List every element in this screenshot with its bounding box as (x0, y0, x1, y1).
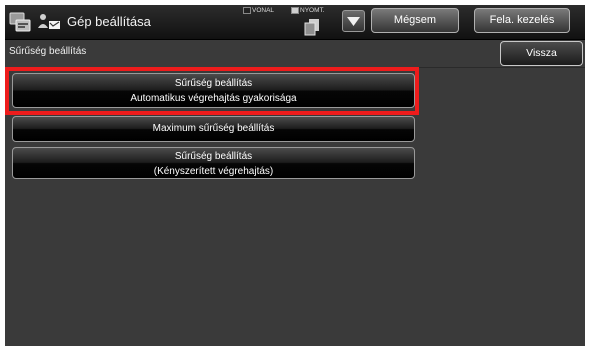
menu-item-subtitle: (Kényszerített végrehajtás) (153, 166, 274, 177)
app-title: Gép beállítása (67, 14, 151, 29)
menu-item-title: Sűrűség beállítás (174, 151, 253, 162)
menu-item-title: Sűrűség beállítás (174, 78, 253, 89)
menu-item-max-density[interactable]: Maximum sűrűség beállítás (12, 116, 415, 142)
cancel-button[interactable]: Mégsem (371, 8, 459, 33)
page-title: Sűrűség beállítás (9, 46, 87, 57)
top-bar: Gép beállítása VONAL NYOMT. Mégsem Fela.… (5, 5, 585, 40)
print-indicator-light (291, 7, 299, 14)
back-button[interactable]: Vissza (500, 41, 583, 66)
line-indicator-light (243, 7, 251, 14)
line-indicator-label: VONAL (252, 7, 275, 15)
menu-item-auto-frequency[interactable]: Sűrűség beállítás Automatikus végrehajtá… (12, 73, 415, 108)
settings-screen: Gép beállítása VONAL NYOMT. Mégsem Fela.… (5, 5, 585, 346)
document-stack-icon (304, 18, 320, 36)
print-indicator: NYOMT. (291, 7, 325, 14)
divider (5, 67, 585, 68)
menu-item-forced-execution[interactable]: Sűrűség beállítás (Kényszerített végreha… (12, 147, 415, 179)
menu-item-title: Maximum sűrűség beállítás (152, 123, 275, 134)
print-indicator-label: NYOMT. (300, 7, 325, 15)
line-indicator: VONAL (243, 7, 274, 14)
machine-settings-icon[interactable] (9, 11, 31, 33)
user-settings-icon (37, 12, 61, 32)
triangle-down-icon (347, 17, 360, 26)
menu-item-subtitle: Automatikus végrehajtás gyakorisága (130, 93, 297, 104)
dropdown-button[interactable] (342, 10, 365, 32)
job-status-button[interactable]: Fela. kezelés (474, 8, 570, 33)
